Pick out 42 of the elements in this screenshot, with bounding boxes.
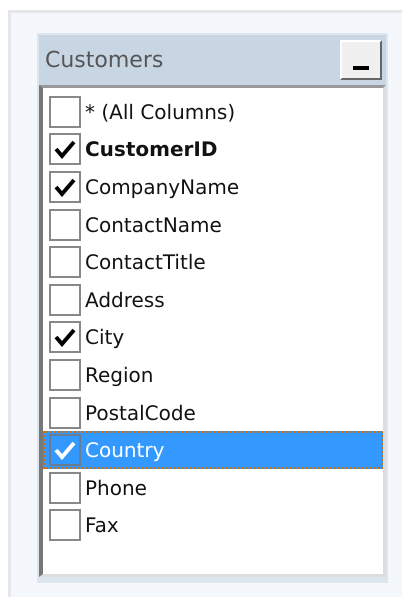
column-name: ContactName [85, 212, 222, 237]
checkmark-icon [54, 139, 76, 160]
column-name: Region [85, 362, 154, 387]
checkbox[interactable] [49, 284, 81, 316]
checkbox[interactable] [49, 358, 81, 391]
checkbox[interactable] [49, 396, 81, 429]
column-name: ContactTitle [85, 250, 206, 274]
minimize-icon [353, 64, 369, 70]
checkmark-icon [54, 176, 76, 197]
column-name: Phone [85, 476, 147, 500]
checkmark-icon [54, 327, 76, 348]
column-item[interactable]: CompanyName [43, 168, 383, 206]
column-item[interactable]: * (All Columns) [43, 93, 383, 131]
column-item[interactable]: ContactName [43, 206, 383, 244]
column-name: Fax [85, 513, 119, 538]
checkbox[interactable] [49, 246, 81, 278]
column-item[interactable]: Fax [43, 506, 383, 544]
column-name: Country [85, 438, 164, 462]
column-name: CompanyName [85, 174, 240, 199]
window-title: Customers [45, 48, 164, 72]
column-item[interactable]: ContactTitle [43, 243, 383, 281]
column-item[interactable]: PostalCode [43, 394, 383, 432]
column-item[interactable]: CustomerID [43, 130, 383, 168]
column-item[interactable]: Region [43, 356, 383, 394]
checkbox[interactable] [49, 208, 81, 241]
checkmark-icon [54, 440, 76, 460]
checkbox[interactable] [49, 509, 81, 542]
column-item[interactable]: City [43, 318, 383, 356]
checkbox[interactable] [49, 133, 81, 166]
column-item[interactable]: Phone [43, 468, 383, 507]
checkbox[interactable] [49, 321, 81, 354]
column-name: City [85, 325, 124, 350]
column-name: * (All Columns) [85, 100, 236, 124]
column-name: Address [85, 288, 165, 312]
column-name: CustomerID [85, 137, 218, 162]
minimize-button[interactable] [340, 40, 382, 80]
column-name: PostalCode [85, 400, 196, 425]
checkbox[interactable] [49, 472, 81, 504]
checkbox[interactable] [49, 96, 81, 128]
checkbox[interactable] [49, 434, 81, 466]
checkbox[interactable] [49, 170, 81, 203]
column-item[interactable]: Address [43, 280, 383, 319]
